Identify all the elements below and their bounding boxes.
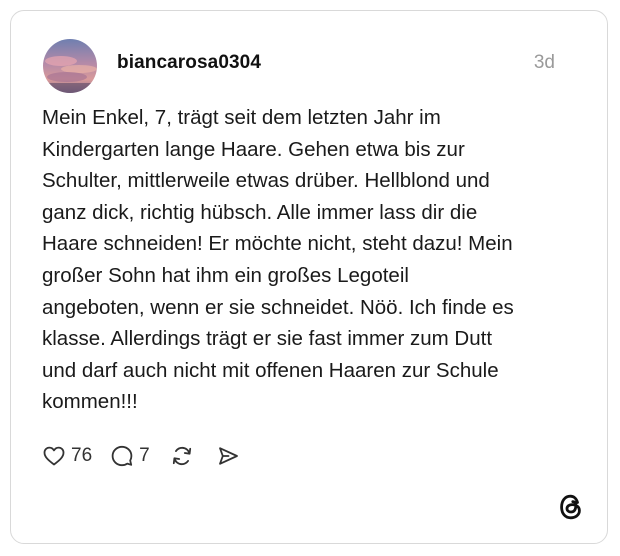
action-bar: 76 7 bbox=[42, 441, 254, 471]
like-count: 76 bbox=[71, 445, 93, 466]
comment-icon bbox=[111, 445, 133, 467]
send-icon bbox=[218, 447, 238, 465]
reply-count: 7 bbox=[139, 445, 150, 466]
share-button[interactable] bbox=[216, 444, 240, 468]
avatar[interactable] bbox=[43, 39, 97, 93]
heart-icon bbox=[43, 446, 65, 466]
username[interactable]: biancarosa0304 bbox=[117, 52, 261, 74]
reply-button[interactable]: 7 bbox=[110, 444, 150, 468]
avatar-image bbox=[43, 39, 97, 93]
like-button[interactable]: 76 bbox=[42, 444, 92, 468]
post-card[interactable]: biancarosa0304 3d Mein Enkel, 7, trägt s… bbox=[10, 10, 608, 544]
repost-icon bbox=[172, 446, 191, 466]
threads-logo-graphic bbox=[560, 494, 581, 520]
post-timestamp: 3d bbox=[533, 52, 555, 73]
repost-button[interactable] bbox=[170, 444, 194, 468]
post-text: Mein Enkel, 7, trägt seit dem letzten Ja… bbox=[42, 106, 514, 414]
threads-logo-icon[interactable] bbox=[557, 493, 585, 521]
